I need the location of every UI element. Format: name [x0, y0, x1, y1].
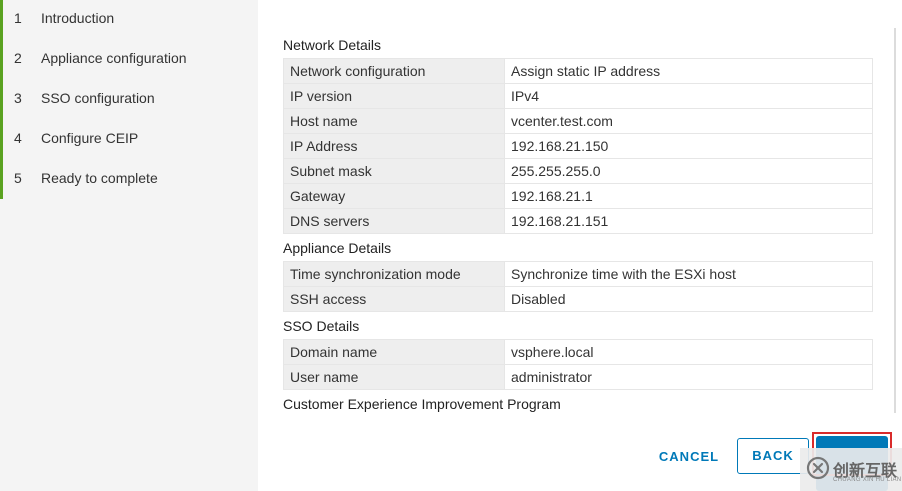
summary-value: 255.255.255.0	[504, 158, 873, 184]
network-details-table: Network configuration Assign static IP ad…	[283, 58, 873, 234]
step-label: Appliance configuration	[41, 50, 187, 66]
summary-value: 192.168.21.1	[504, 183, 873, 209]
summary-value: IPv4	[504, 83, 873, 109]
step-label: Configure CEIP	[41, 130, 139, 146]
network-details-heading: Network Details	[283, 37, 382, 53]
step-label: Ready to complete	[41, 170, 158, 186]
summary-key: Network configuration	[283, 58, 505, 84]
summary-key: DNS servers	[283, 208, 505, 234]
summary-key: Time synchronization mode	[283, 261, 505, 287]
summary-value: vcenter.test.com	[504, 108, 873, 134]
summary-value: 192.168.21.151	[504, 208, 873, 234]
summary-key: Domain name	[283, 339, 505, 365]
appliance-details-heading: Appliance Details	[283, 240, 392, 256]
sso-details-table: Domain name vsphere.local User name adminis…	[283, 339, 873, 390]
summary-value: 192.168.21.150	[504, 133, 873, 159]
step-number: 5	[14, 170, 22, 186]
wizard-sidebar: 1 Introduction 2 Appliance configuration…	[0, 0, 258, 491]
step-number: 4	[14, 130, 22, 146]
summary-key: Host name	[283, 108, 505, 134]
summary-row: Network configuration Assign static IP ad…	[283, 58, 873, 84]
summary-row: Domain name vsphere.local	[283, 339, 873, 365]
summary-row: SSH access Disabled	[283, 286, 873, 312]
summary-row: IP Address 192.168.21.150	[283, 133, 873, 159]
active-step-accent	[0, 0, 3, 199]
back-button[interactable]: BACK	[737, 438, 809, 474]
step-number: 1	[14, 10, 22, 26]
summary-row: Host name vcenter.test.com	[283, 108, 873, 134]
watermark-logo-icon	[806, 456, 830, 480]
vertical-scrollbar[interactable]	[894, 28, 896, 413]
summary-key: Gateway	[283, 183, 505, 209]
summary-key: IP version	[283, 83, 505, 109]
summary-row: DNS servers 192.168.21.151	[283, 208, 873, 234]
summary-panel: Network Details Network configuration Ass…	[258, 0, 902, 491]
summary-row: Gateway 192.168.21.1	[283, 183, 873, 209]
step-label: Introduction	[41, 10, 115, 26]
summary-value: vsphere.local	[504, 339, 873, 365]
watermark-subtext: CHUANG XIN HU LIAN	[833, 477, 902, 483]
cancel-button[interactable]: CANCEL	[654, 439, 724, 475]
summary-key: SSH access	[283, 286, 505, 312]
summary-value: Assign static IP address	[504, 58, 873, 84]
step-label: SSO configuration	[41, 90, 155, 106]
summary-key: User name	[283, 364, 505, 390]
summary-key: Subnet mask	[283, 158, 505, 184]
summary-row: Time synchronization mode Synchronize tim…	[283, 261, 873, 287]
ceip-heading: Customer Experience Improvement Program	[283, 396, 561, 412]
summary-row: User name administrator	[283, 364, 873, 390]
sso-details-heading: SSO Details	[283, 318, 360, 334]
summary-value: Disabled	[504, 286, 873, 312]
step-number: 2	[14, 50, 22, 66]
summary-row: Subnet mask 255.255.255.0	[283, 158, 873, 184]
step-number: 3	[14, 90, 22, 106]
summary-key: IP Address	[283, 133, 505, 159]
summary-value: Synchronize time with the ESXi host	[504, 261, 873, 287]
appliance-details-table: Time synchronization mode Synchronize tim…	[283, 261, 873, 312]
summary-value: administrator	[504, 364, 873, 390]
watermark: 创新互联 CHUANG XIN HU LIAN	[800, 448, 902, 491]
summary-row: IP version IPv4	[283, 83, 873, 109]
